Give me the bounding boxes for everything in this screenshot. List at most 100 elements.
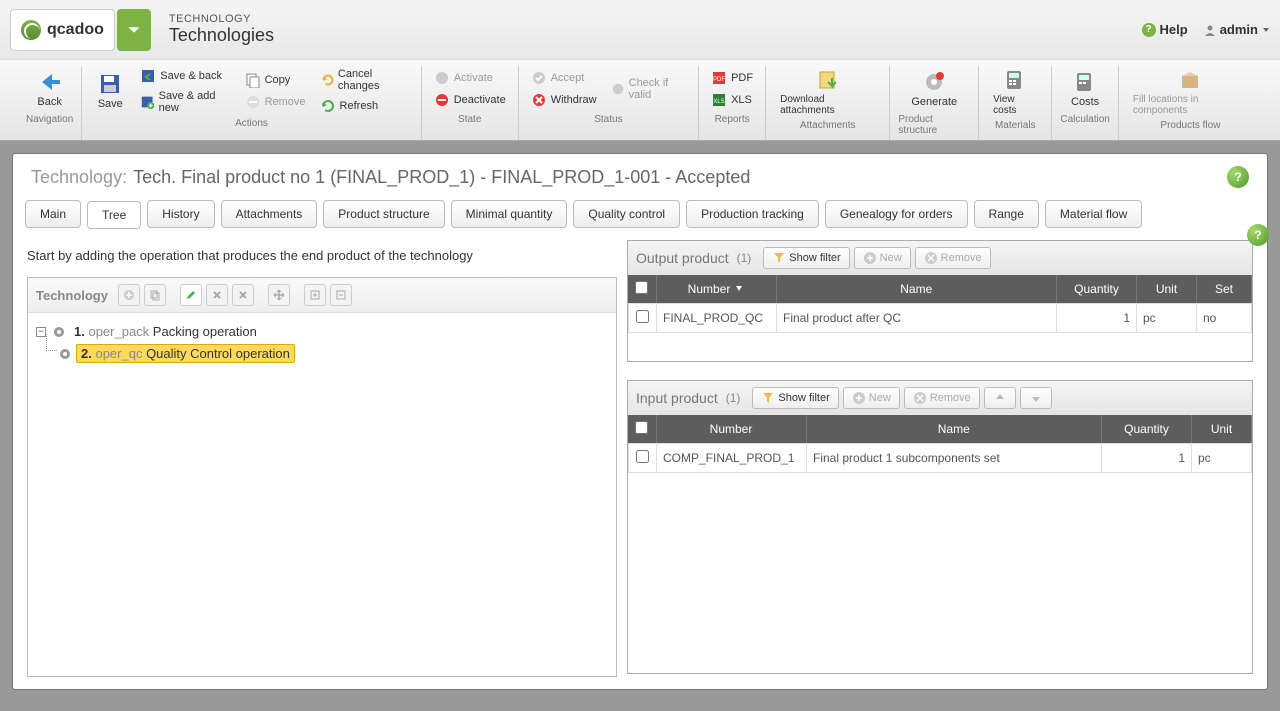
- activate-icon: [434, 70, 450, 86]
- tab-history[interactable]: History: [147, 200, 214, 228]
- body-help-button[interactable]: ?: [1247, 224, 1269, 246]
- column-header[interactable]: Unit: [1137, 275, 1197, 303]
- tab-attachments[interactable]: Attachments: [221, 200, 318, 228]
- fill-locations-button[interactable]: Fill locations in components: [1127, 66, 1254, 118]
- deactivate-button[interactable]: Deactivate: [430, 90, 510, 110]
- cell-number: FINAL_PROD_QC: [657, 304, 777, 333]
- user-menu[interactable]: admin: [1204, 22, 1270, 37]
- gear-icon: [58, 347, 72, 361]
- column-header[interactable]: Quantity: [1102, 415, 1192, 443]
- view-costs-button[interactable]: View costs: [987, 66, 1043, 118]
- svg-text:XLS: XLS: [713, 99, 724, 105]
- save-add-new-button[interactable]: Save & add new: [136, 88, 234, 116]
- ribbon-group-label: Product structure: [898, 114, 970, 136]
- generate-button[interactable]: Generate: [905, 68, 963, 110]
- hint-text: Start by adding the operation that produ…: [27, 248, 617, 263]
- close-icon: [211, 289, 223, 301]
- xls-button[interactable]: XLSXLS: [707, 90, 757, 110]
- move-icon: [273, 289, 285, 301]
- tree-node[interactable]: 2. oper_qc Quality Control operation: [58, 342, 608, 365]
- tab-range[interactable]: Range: [974, 200, 1039, 228]
- panel-help-button[interactable]: ?: [1227, 166, 1249, 188]
- column-header[interactable]: Name: [806, 415, 1102, 443]
- sort-desc-icon: [734, 283, 744, 293]
- tree-new-button[interactable]: [118, 284, 140, 306]
- back-button[interactable]: Back: [30, 68, 70, 110]
- table-row[interactable]: FINAL_PROD_QCFinal product after QC1pcno: [629, 304, 1252, 333]
- check-icon: [611, 81, 625, 97]
- withdraw-icon: [531, 92, 547, 108]
- tree-edit-button[interactable]: [180, 284, 202, 306]
- pdf-button[interactable]: PDFPDF: [707, 68, 757, 88]
- menu-toggle[interactable]: [117, 9, 151, 51]
- row-checkbox[interactable]: [636, 450, 649, 463]
- tree-x2-button[interactable]: [232, 284, 254, 306]
- select-all-checkbox[interactable]: [635, 421, 648, 434]
- logo[interactable]: qcadoo: [10, 9, 115, 51]
- tab-production-tracking[interactable]: Production tracking: [686, 200, 819, 228]
- column-header[interactable]: [628, 275, 656, 303]
- save-button[interactable]: Save: [90, 70, 130, 112]
- column-header[interactable]: Unit: [1192, 415, 1252, 443]
- input-move-down-button: [1020, 387, 1052, 409]
- cancel-changes-button[interactable]: Cancel changes: [316, 66, 413, 94]
- select-all-checkbox[interactable]: [635, 281, 648, 294]
- remove-icon: [913, 391, 927, 405]
- help-link[interactable]: ? Help: [1142, 22, 1188, 37]
- output-show-filter-button[interactable]: Show filter: [763, 247, 849, 269]
- column-header[interactable]: Set: [1197, 275, 1252, 303]
- tree-copy-button[interactable]: [144, 284, 166, 306]
- save-icon: [96, 72, 124, 96]
- column-header[interactable]: Number: [656, 415, 806, 443]
- arrow-down-icon: [1029, 391, 1043, 405]
- cell-name: Final product after QC: [777, 304, 1057, 333]
- tree-expand-button[interactable]: [304, 284, 326, 306]
- tab-quality-control[interactable]: Quality control: [573, 200, 680, 228]
- download-attachments-button[interactable]: Download attachments: [774, 66, 881, 118]
- tree-collapse-toggle[interactable]: −: [36, 327, 46, 337]
- tree-move-button[interactable]: [268, 284, 290, 306]
- output-new-button: New: [854, 247, 911, 269]
- tabs: MainTreeHistoryAttachmentsProduct struct…: [13, 200, 1267, 228]
- column-header[interactable]: Number: [656, 275, 776, 303]
- help-icon: ?: [1142, 23, 1156, 37]
- ribbon-group-label: Navigation: [26, 114, 73, 125]
- tab-minimal-quantity[interactable]: Minimal quantity: [451, 200, 568, 228]
- tab-material-flow[interactable]: Material flow: [1045, 200, 1142, 228]
- plus-icon: [863, 251, 877, 265]
- plus-icon: [123, 289, 135, 301]
- input-show-filter-button[interactable]: Show filter: [752, 387, 838, 409]
- row-checkbox[interactable]: [636, 310, 649, 323]
- remove-icon: [924, 251, 938, 265]
- filter-icon: [772, 251, 786, 265]
- tab-main[interactable]: Main: [25, 200, 81, 228]
- tree-node[interactable]: − 1. oper_pack Packing operation: [36, 321, 608, 342]
- costs-button[interactable]: Costs: [1065, 68, 1105, 110]
- copy-button[interactable]: Copy: [241, 70, 310, 90]
- column-header[interactable]: [628, 415, 656, 443]
- ribbon-group-label: Status: [594, 114, 622, 125]
- table-row[interactable]: COMP_FINAL_PROD_1Final product 1 subcomp…: [629, 444, 1252, 473]
- tab-tree[interactable]: Tree: [87, 201, 141, 229]
- tree-collapse-button[interactable]: [330, 284, 352, 306]
- ribbon-group-label: Reports: [715, 114, 750, 125]
- breadcrumb: TECHNOLOGY Technologies: [169, 13, 274, 46]
- column-header[interactable]: Quantity: [1057, 275, 1137, 303]
- save-back-button[interactable]: Save & back: [136, 66, 234, 86]
- input-grid-count: (1): [726, 391, 741, 405]
- withdraw-button[interactable]: Withdraw: [527, 90, 601, 110]
- copy-icon: [245, 72, 261, 88]
- input-move-up-button: [984, 387, 1016, 409]
- undo-icon: [320, 72, 334, 88]
- cell-set: no: [1197, 304, 1252, 333]
- tab-product-structure[interactable]: Product structure: [323, 200, 444, 228]
- calculator-icon: [1001, 68, 1029, 92]
- tab-genealogy-for-orders[interactable]: Genealogy for orders: [825, 200, 968, 228]
- ribbon: Back Navigation Save Save & back Save & …: [0, 60, 1280, 141]
- arrow-left-icon: [36, 70, 64, 94]
- column-header[interactable]: Name: [776, 275, 1057, 303]
- save-add-icon: [140, 94, 154, 110]
- tree-x1-button[interactable]: [206, 284, 228, 306]
- refresh-button[interactable]: Refresh: [316, 96, 413, 116]
- tree-node-label: 1. oper_pack Packing operation: [70, 323, 261, 340]
